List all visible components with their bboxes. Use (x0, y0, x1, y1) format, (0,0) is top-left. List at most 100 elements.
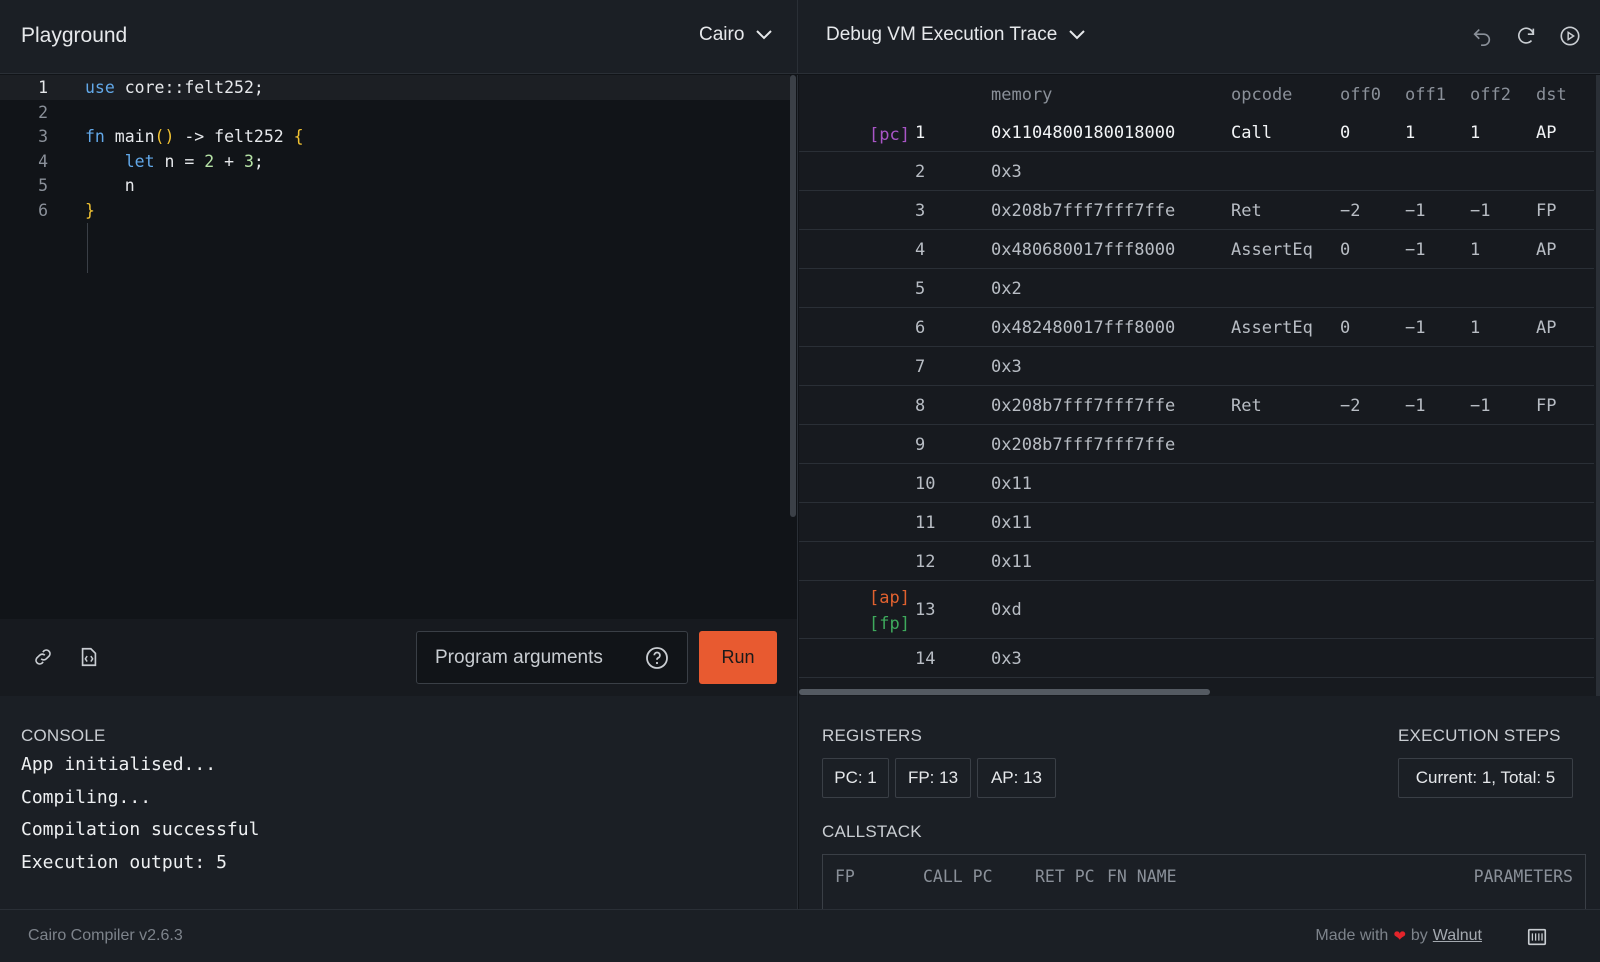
code-token: ; (253, 151, 264, 171)
trace-off2: 1 (1470, 239, 1481, 260)
keyword-token: use (85, 78, 115, 97)
trace-memory: 0xd (991, 600, 1022, 620)
trace-row[interactable]: 14 0x3 (799, 639, 1594, 678)
trace-index: 9 (915, 434, 926, 455)
trace-row[interactable]: 2 0x3 (799, 152, 1594, 191)
trace-horizontal-scrollbar[interactable] (799, 689, 1210, 695)
trace-row[interactable]: 5 0x2 (799, 269, 1594, 308)
code-token: n (85, 176, 135, 195)
line-number: 1 (38, 78, 48, 97)
step-forward-button[interactable] (1514, 24, 1538, 48)
share-link-button[interactable] (31, 645, 55, 669)
callstack-table: FP CALL PC RET PC FN NAME PARAMETERS (822, 854, 1586, 909)
run-button[interactable]: Run (699, 631, 777, 684)
code-token: core::felt252; (114, 78, 264, 97)
code-editor[interactable]: 1 use core::felt252;23 fn main() -> felt25… (0, 75, 798, 619)
trace-row[interactable]: [pc] 1 0x1104800180018000 Call 0 1 1 AP (799, 113, 1594, 152)
editor-header: Playground Cairo (0, 0, 798, 74)
code-file-icon (81, 647, 97, 667)
trace-mode-select[interactable]: Debug VM Execution Trace (826, 24, 1086, 46)
heart-icon: ❤ (1393, 928, 1406, 945)
trace-row[interactable]: 9 0x208b7fff7fff7ffe (799, 425, 1594, 464)
trace-dst: AP (1536, 239, 1557, 260)
program-arguments-input[interactable] (417, 632, 647, 683)
trace-memory: 0x11 (991, 512, 1032, 533)
line-number: 6 (38, 200, 48, 220)
trace-memory: 0x11 (991, 551, 1032, 572)
trace-index: 11 (915, 512, 936, 533)
app-title: Playground (21, 24, 128, 47)
trace-memory: 0x480680017fff8000 (991, 239, 1176, 260)
debug-info-panel: REGISTERS PC: 1 FP: 13 AP: 13 EXECUTION … (799, 696, 1600, 909)
chevron-down-icon (1069, 30, 1086, 40)
trace-memory: 0x3 (991, 356, 1022, 377)
trace-header-off0: off0 (1340, 85, 1381, 105)
walnut-link[interactable]: Walnut (1433, 927, 1482, 945)
trace-vertical-scrollbar[interactable] (1596, 75, 1600, 696)
made-with-label: Made with (1315, 927, 1389, 944)
indent-guide (87, 223, 88, 273)
keyboard-icon[interactable] (1526, 926, 1548, 948)
code-line: 6} (0, 198, 790, 223)
console-line: Compiling... (21, 786, 152, 808)
step-back-button[interactable] (1470, 24, 1494, 48)
register-ap-marker: [ap] (869, 588, 910, 608)
trace-off0: −2 (1340, 200, 1361, 221)
trace-index: 7 (915, 356, 926, 377)
link-icon (35, 649, 51, 665)
code-token: main (104, 127, 155, 146)
compiler-version: Cairo Compiler v2.6.3 (28, 927, 183, 944)
trace-off0: 0 (1340, 317, 1351, 338)
code-token: + (214, 151, 244, 171)
line-number: 3 (38, 127, 48, 146)
trace-off1: −1 (1405, 395, 1426, 416)
console-line: Compilation successful (21, 819, 260, 840)
help-icon[interactable] (645, 646, 669, 670)
trace-opcode: AssertEq (1231, 239, 1313, 260)
keyword-token: fn (85, 127, 105, 146)
trace-header-opcode: opcode (1231, 85, 1293, 105)
bracket-token: { (293, 127, 304, 146)
play-button[interactable] (1558, 24, 1582, 48)
trace-row[interactable]: 6 0x482480017fff8000 AssertEq 0 −1 1 AP (799, 308, 1594, 347)
trace-dst: AP (1536, 317, 1557, 338)
trace-row[interactable]: 3 0x208b7fff7fff7ffe Ret −2 −1 −1 FP (799, 191, 1594, 230)
execution-steps-title: EXECUTION STEPS (1398, 726, 1561, 745)
trace-row[interactable]: 4 0x480680017fff8000 AssertEq 0 −1 1 AP (799, 230, 1594, 269)
trace-memory: 0x11 (991, 473, 1032, 494)
trace-row[interactable]: 12 0x11 (799, 542, 1594, 581)
register-pointers: [ap] [fp] (869, 585, 910, 637)
execution-steps-value: Current: 1, Total: 5 (1398, 758, 1573, 798)
line-content: fn main() -> felt252 { (85, 124, 304, 149)
chevron-down-icon (756, 30, 773, 40)
callstack-header-parameters: PARAMETERS (1473, 867, 1573, 886)
trace-dst: AP (1536, 122, 1557, 143)
trace-memory: 0x208b7fff7fff7ffe (991, 434, 1176, 455)
trace-opcode: AssertEq (1231, 317, 1313, 338)
trace-row[interactable]: 7 0x3 (799, 347, 1594, 386)
code-line: 5 n (0, 173, 790, 198)
trace-off1: −1 (1405, 200, 1426, 221)
console-title: CONSOLE (21, 726, 106, 745)
console-line: Execution output: 5 (21, 851, 227, 873)
program-arguments-field[interactable] (416, 631, 688, 684)
trace-index: 6 (915, 317, 926, 338)
trace-opcode: Call (1231, 122, 1272, 143)
trace-row[interactable]: [ap] [fp] 13 0xd (799, 581, 1594, 639)
trace-off2: −1 (1470, 395, 1491, 416)
trace-memory: 0x482480017fff8000 (991, 317, 1176, 338)
editor-scrollbar[interactable] (790, 75, 796, 517)
language-select[interactable]: Cairo (699, 24, 773, 46)
register-ap: AP: 13 (977, 758, 1056, 798)
format-code-button[interactable] (77, 645, 101, 669)
trace-row[interactable]: 8 0x208b7fff7fff7ffe Ret −2 −1 −1 FP (799, 386, 1594, 425)
console-line: App initialised... (21, 754, 217, 775)
trace-memory: 0x3 (991, 648, 1022, 669)
trace-off2: 1 (1470, 122, 1481, 143)
trace-dst: FP (1536, 200, 1557, 221)
trace-mode-label: Debug VM Execution Trace (826, 24, 1058, 45)
trace-row[interactable]: 10 0x11 (799, 464, 1594, 503)
line-number: 2 (38, 102, 48, 122)
trace-off1: −1 (1405, 317, 1426, 338)
trace-row[interactable]: 11 0x11 (799, 503, 1594, 542)
